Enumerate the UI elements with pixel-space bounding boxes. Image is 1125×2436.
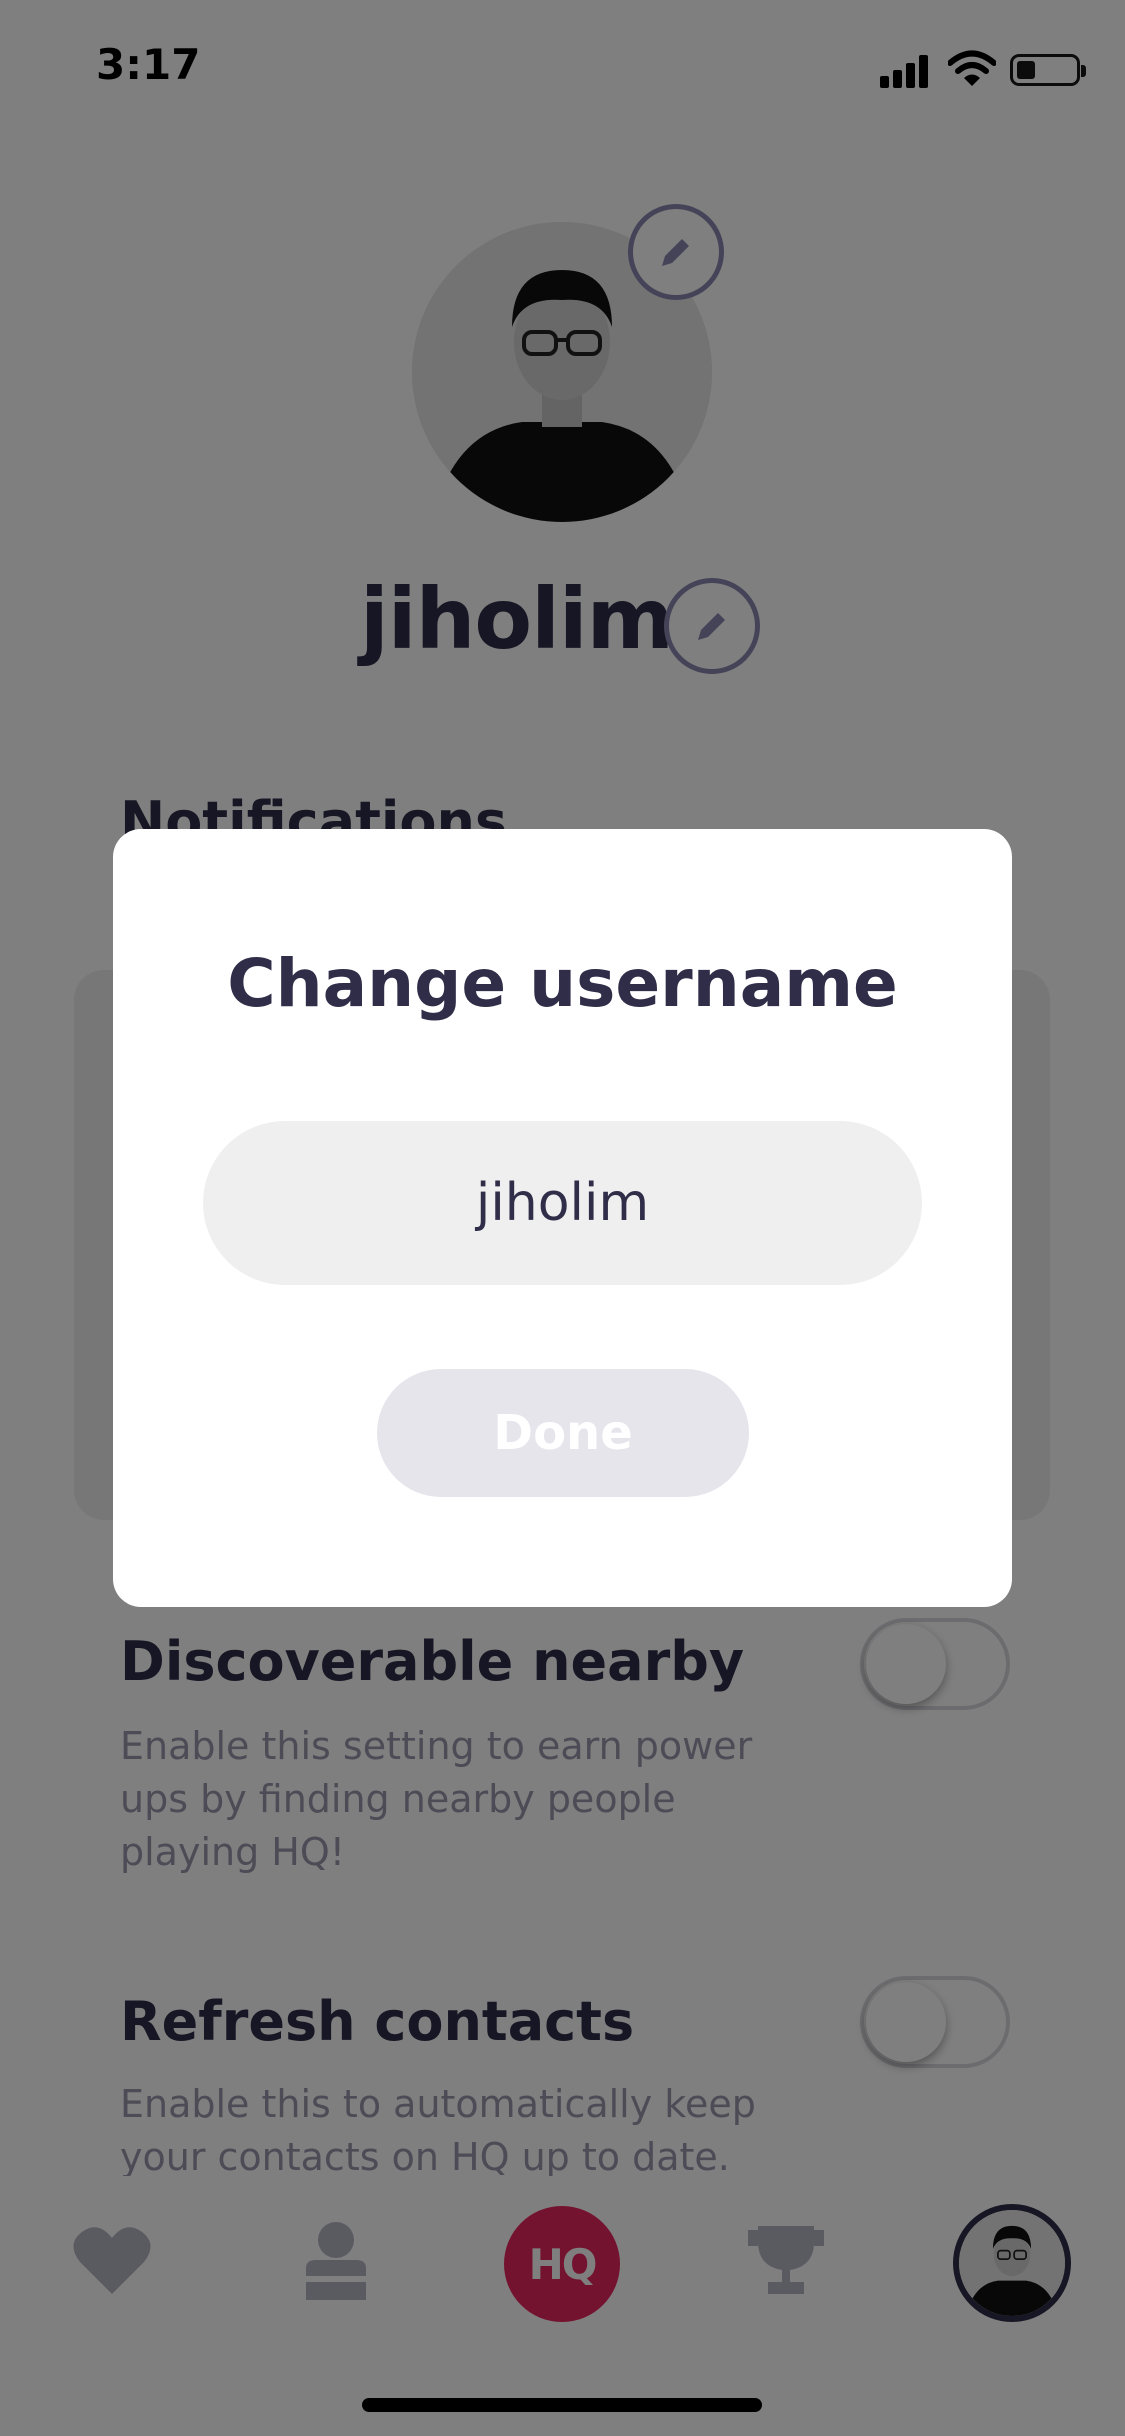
modal-title: Change username xyxy=(227,945,898,1022)
done-button[interactable]: Done xyxy=(377,1369,749,1497)
change-username-modal: Change username Done xyxy=(113,829,1012,1607)
username-input[interactable] xyxy=(203,1121,922,1285)
